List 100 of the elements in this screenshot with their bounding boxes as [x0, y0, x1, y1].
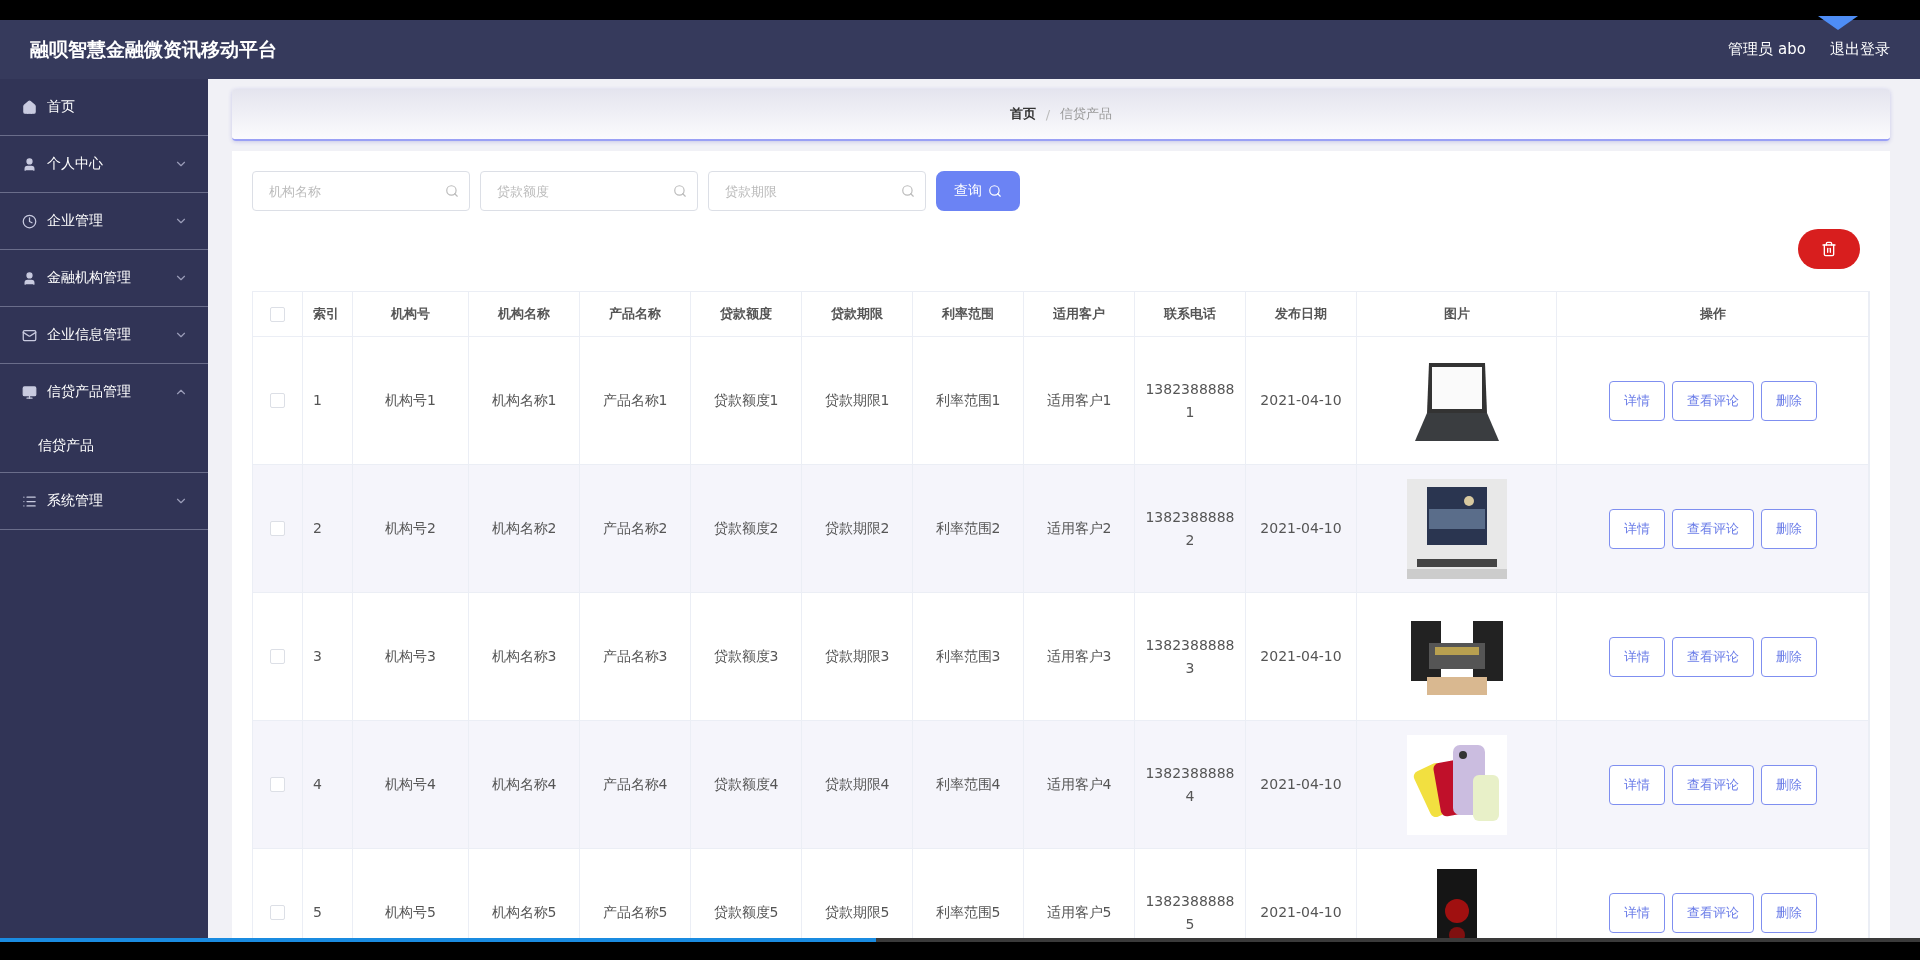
table-cell-text: 产品名称1 [602, 391, 668, 411]
table-cell-text: 1 [313, 391, 322, 411]
sidebar-item[interactable]: 信贷产品管理 [0, 364, 208, 420]
table-cell-text: 2021-04-10 [1260, 391, 1342, 411]
table-cell-text: 2021-04-10 [1260, 775, 1342, 795]
sidebar-item[interactable]: 企业信息管理 [0, 307, 208, 364]
sidebar-item[interactable]: 首页 [0, 79, 208, 136]
action-button[interactable]: 查看评论 [1671, 636, 1754, 677]
table-cell-text: 利率范围5 [935, 903, 1001, 923]
action-button[interactable]: 查看评论 [1671, 764, 1754, 805]
table-cell-text: 产品名称3 [602, 647, 668, 667]
seek-bar[interactable] [0, 938, 1920, 942]
column-header: 贷款期限 [831, 305, 883, 323]
breadcrumb-item: 信贷产品 [1060, 105, 1113, 123]
table-cell-text: 机构名称3 [491, 647, 557, 667]
table-cell-text: 利率范围3 [935, 647, 1001, 667]
table-cell-text: 适用客户3 [1046, 647, 1112, 667]
table-cell-text: 3 [313, 647, 322, 667]
search-field[interactable]: 机构名称 [252, 171, 470, 211]
action-button[interactable]: 详情 [1608, 508, 1665, 549]
table-cell-text: 机构号5 [385, 903, 436, 923]
sidebar-item[interactable]: 系统管理 [0, 473, 208, 530]
action-button[interactable]: 详情 [1608, 764, 1665, 805]
table-cell-text: 贷款额度1 [713, 391, 779, 411]
app-title: 融呗智慧金融微资讯移动平台 [30, 36, 277, 62]
column-header: 发布日期 [1275, 305, 1327, 323]
table-cell-text: 贷款额度4 [713, 775, 779, 795]
table-cell-text: 产品名称4 [602, 775, 668, 795]
menu-item-icon [22, 156, 37, 172]
trash-icon [1821, 241, 1837, 257]
user-name: 管理员 abo [1728, 40, 1806, 59]
table-cell-text: 贷款期限5 [824, 903, 890, 923]
column-header: 适用客户 [1053, 305, 1105, 323]
table-cell-text: 贷款期限2 [824, 519, 890, 539]
checkbox[interactable] [270, 521, 285, 536]
search-field[interactable]: 贷款期限 [708, 171, 926, 211]
column-header: 图片 [1443, 305, 1470, 323]
table-cell-text: 利率范围2 [935, 519, 1001, 539]
table-cell-text: 贷款期限4 [824, 775, 890, 795]
table-cell-text: 13823888884 [1145, 764, 1235, 806]
table-cell-text: 贷款额度5 [713, 903, 779, 923]
menu-item-icon [22, 384, 37, 400]
action-button[interactable]: 删除 [1760, 892, 1817, 933]
checkbox[interactable] [270, 905, 285, 920]
query-button[interactable]: 查询 [936, 171, 1020, 211]
action-button[interactable]: 查看评论 [1671, 892, 1754, 933]
table-cell-text: 机构号2 [385, 519, 436, 539]
table-cell-text: 2021-04-10 [1260, 647, 1342, 667]
search-icon [901, 184, 915, 198]
action-button[interactable]: 删除 [1760, 508, 1817, 549]
table-cell-text: 机构号4 [385, 775, 436, 795]
action-button[interactable]: 详情 [1608, 380, 1665, 421]
sidebar-item[interactable]: 个人中心 [0, 136, 208, 193]
table-cell-text: 适用客户1 [1046, 391, 1112, 411]
sidebar-item[interactable]: 金融机构管理 [0, 250, 208, 307]
column-header: 产品名称 [609, 305, 661, 323]
action-button[interactable]: 删除 [1760, 636, 1817, 677]
table-cell-text: 贷款额度2 [713, 519, 779, 539]
column-header: 索引 [313, 305, 339, 323]
sidebar-subitem[interactable]: 信贷产品 [0, 420, 208, 473]
action-button[interactable]: 详情 [1608, 892, 1665, 933]
action-button[interactable]: 删除 [1760, 380, 1817, 421]
action-button[interactable]: 查看评论 [1671, 508, 1754, 549]
table-cell-text: 13823888882 [1145, 508, 1235, 550]
sidebar-item[interactable]: 企业管理 [0, 193, 208, 250]
menu-item-icon [22, 99, 37, 115]
table-cell-text: 机构名称4 [491, 775, 557, 795]
table-cell-text: 机构号3 [385, 647, 436, 667]
table-cell-text: 4 [313, 775, 322, 795]
checkbox[interactable] [270, 777, 285, 792]
menu-item-icon [22, 493, 37, 509]
table-cell-text: 贷款期限3 [824, 647, 890, 667]
checkbox[interactable] [270, 393, 285, 408]
delete-button[interactable] [1798, 229, 1860, 269]
column-header: 机构名称 [498, 305, 550, 323]
menu-item-icon [22, 327, 37, 343]
logout-link[interactable]: 退出登录 [1830, 40, 1890, 59]
search-icon [445, 184, 459, 198]
menu-item-icon [22, 213, 37, 229]
column-header: 利率范围 [942, 305, 994, 323]
table-cell-text: 适用客户5 [1046, 903, 1112, 923]
checkbox[interactable] [270, 306, 285, 322]
action-button[interactable]: 删除 [1760, 764, 1817, 805]
table-cell-text: 产品名称5 [602, 903, 668, 923]
checkbox[interactable] [270, 649, 285, 664]
action-button[interactable]: 查看评论 [1671, 380, 1754, 421]
breadcrumb-separator: / [1045, 106, 1051, 122]
column-header: 机构号 [391, 305, 430, 323]
breadcrumb-item[interactable]: 首页 [1009, 105, 1036, 123]
action-button[interactable]: 详情 [1608, 636, 1665, 677]
column-header: 操作 [1699, 305, 1726, 323]
search-icon [988, 184, 1002, 198]
search-field[interactable]: 贷款额度 [480, 171, 698, 211]
table-cell-text: 适用客户2 [1046, 519, 1112, 539]
table-cell-text: 5 [313, 903, 322, 923]
search-icon [673, 184, 687, 198]
column-header: 联系电话 [1164, 305, 1216, 323]
table-cell-text: 贷款额度3 [713, 647, 779, 667]
table-cell-text: 利率范围1 [935, 391, 1001, 411]
table-cell-text: 13823888881 [1145, 380, 1235, 422]
